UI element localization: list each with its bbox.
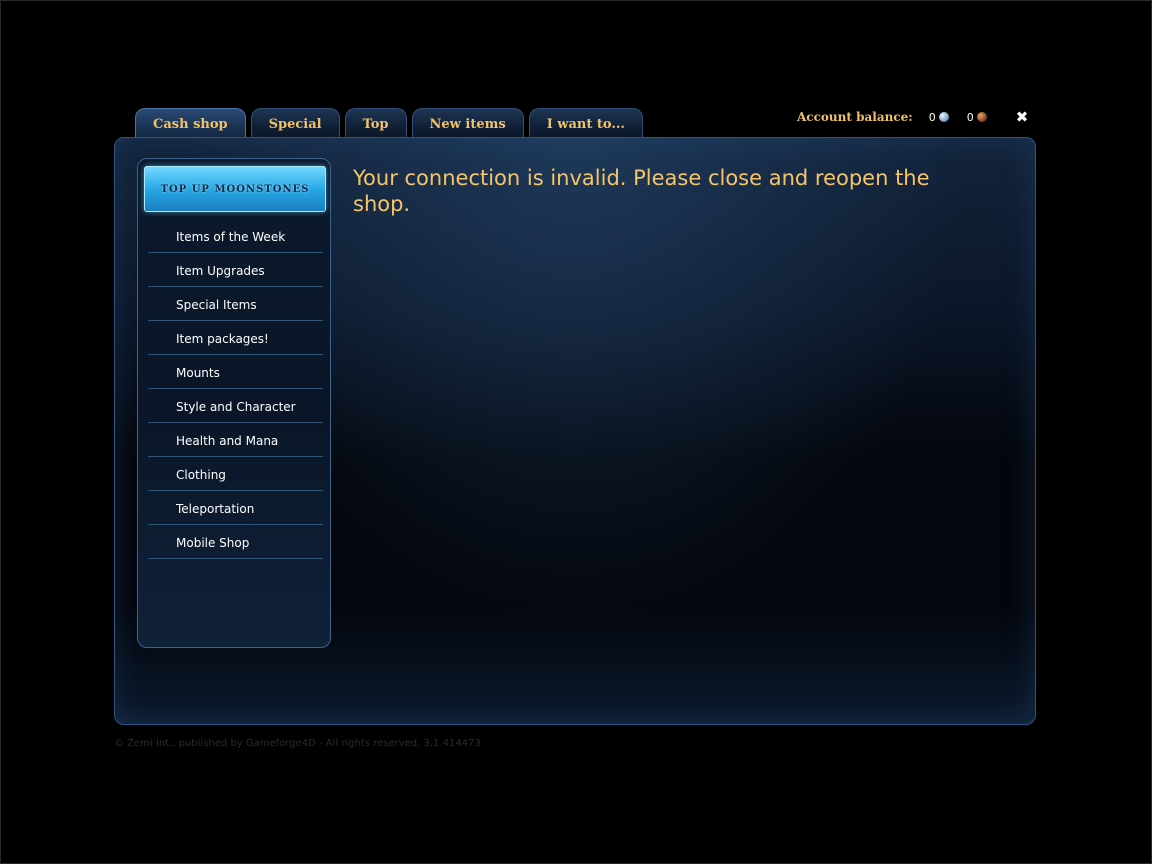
tab-cash-shop[interactable]: Cash shop (135, 108, 246, 138)
close-icon[interactable]: ✖ (1015, 109, 1029, 125)
moonstone-balance: 0 (929, 111, 949, 124)
sidebar-item-item-upgrades[interactable]: Item Upgrades (148, 254, 323, 287)
sidebar-item-items-of-the-week[interactable]: Items of the Week (148, 220, 323, 253)
sidebar-item-item-packages[interactable]: Item packages! (148, 322, 323, 355)
tab-i-want-to[interactable]: I want to... (528, 108, 643, 138)
sidebar-item-mobile-shop[interactable]: Mobile Shop (148, 526, 323, 559)
sidebar-item-style-and-character[interactable]: Style and Character (148, 390, 323, 423)
error-message: Your connection is invalid. Please close… (353, 166, 930, 216)
sidebar-item-special-items[interactable]: Special Items (148, 288, 323, 321)
account-balance: Account balance: 0 0 (797, 109, 987, 125)
coin-amount: 0 (966, 110, 974, 124)
bronze-coin-icon (976, 112, 987, 122)
sidebar-item-clothing[interactable]: Clothing (148, 458, 323, 491)
tab-bar: Cash shop Special Top New items I want t… (135, 108, 643, 138)
category-menu: Items of the Week Item Upgrades Special … (148, 220, 323, 559)
tab-top[interactable]: Top (344, 108, 407, 138)
copyright-footer: © Zemi Int., published by Gameforge4D - … (114, 738, 481, 749)
tab-special[interactable]: Special (250, 108, 340, 138)
sidebar-item-mounts[interactable]: Mounts (148, 356, 323, 389)
app-window: Cash shop Special Top New items I want t… (0, 0, 1152, 864)
tab-new-items[interactable]: New items (411, 108, 524, 138)
coin-balance: 0 (967, 111, 987, 124)
sidebar-item-health-and-mana[interactable]: Health and Mana (148, 424, 323, 457)
silver-coin-icon (938, 112, 949, 122)
moonstone-amount: 0 (928, 110, 936, 124)
sidebar-item-teleportation[interactable]: Teleportation (148, 492, 323, 525)
account-balance-label: Account balance: (797, 110, 913, 124)
top-up-moonstones-button[interactable]: TOP UP MOONSTONES (144, 166, 326, 212)
